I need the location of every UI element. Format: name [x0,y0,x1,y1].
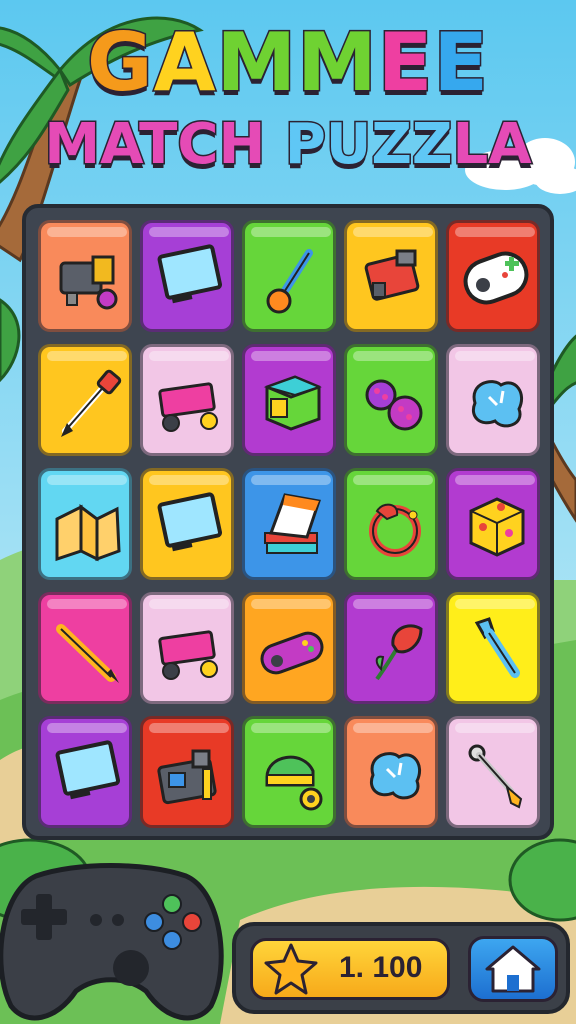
title-letter: A [152,16,217,109]
title-letter: G [85,16,154,109]
yellow-cube-icon [469,497,525,557]
tile-cart[interactable] [140,344,234,456]
tile-buttons[interactable] [344,344,438,456]
box-icon [263,375,322,431]
blue-blob-icon [370,752,422,800]
monitor-icon [157,244,223,304]
title-word: PUZZ [283,111,454,179]
title-word: LA [451,111,533,179]
cart-icon [158,630,218,680]
tile-bird-ring[interactable] [344,468,438,580]
joystick-lever-icon [266,249,313,314]
blue-key-icon [474,617,520,678]
tile-pen[interactable] [38,592,132,704]
puzzle-board [22,204,554,840]
book-stack-icon [264,493,321,554]
title-letter: M [215,16,298,109]
title-line-1: GAMMEE [0,16,576,109]
gear-machine-icon [59,255,118,310]
title-letter: M [296,16,379,109]
helmet-icon [265,755,323,811]
screwdriver-icon [468,744,523,809]
tile-flower[interactable] [344,592,438,704]
tile-screwdriver[interactable] [446,716,540,828]
score-display[interactable]: 1. 100 [250,938,450,1000]
cart-icon [158,382,218,432]
star-icon [264,943,318,995]
tile-blue-blob[interactable] [344,716,438,828]
home-icon [485,945,541,993]
tile-monitor[interactable] [140,220,234,332]
game-screen: GAMMEE MATCH PUZZLA 1. 100 [0,0,576,1024]
tile-blue-blob[interactable] [446,344,540,456]
tile-arrow-tool[interactable] [38,344,132,456]
tile-handheld-console[interactable] [242,592,336,704]
tile-monitor[interactable] [140,468,234,580]
tile-gear-machine[interactable] [38,220,132,332]
title-line-2: MATCH PUZZLA [0,111,576,179]
tile-engine-block[interactable] [344,220,438,332]
monitor-icon [157,492,223,552]
tile-game-controller[interactable] [446,220,540,332]
folded-paper-icon [55,504,121,562]
tile-blue-key[interactable] [446,592,540,704]
monitor-icon [55,740,121,800]
title-word: MATCH [43,111,285,179]
tile-cart[interactable] [140,592,234,704]
handheld-console-icon [260,631,324,675]
robot-machine-icon [157,749,217,805]
gamepad-icon [0,863,224,1021]
flower-icon [375,624,423,681]
arrow-tool-icon [61,369,122,437]
tile-folded-paper[interactable] [38,468,132,580]
tile-monitor[interactable] [38,716,132,828]
title-letter: E [376,16,434,109]
tile-joystick-lever[interactable] [242,220,336,332]
engine-block-icon [364,249,420,301]
game-controller-icon [463,251,529,305]
tile-robot-machine[interactable] [140,716,234,828]
pen-icon [56,624,119,683]
tile-book-stack[interactable] [242,468,336,580]
bottom-bar: 1. 100 [232,922,570,1014]
tile-yellow-cube[interactable] [446,468,540,580]
buttons-icon [365,379,423,431]
tile-helmet[interactable] [242,716,336,828]
tile-box[interactable] [242,344,336,456]
score-value: 1. 100 [339,951,423,984]
home-button[interactable] [468,936,558,1002]
blue-blob-icon [472,380,524,428]
title-letter: E [432,16,490,109]
bird-ring-icon [369,503,421,557]
